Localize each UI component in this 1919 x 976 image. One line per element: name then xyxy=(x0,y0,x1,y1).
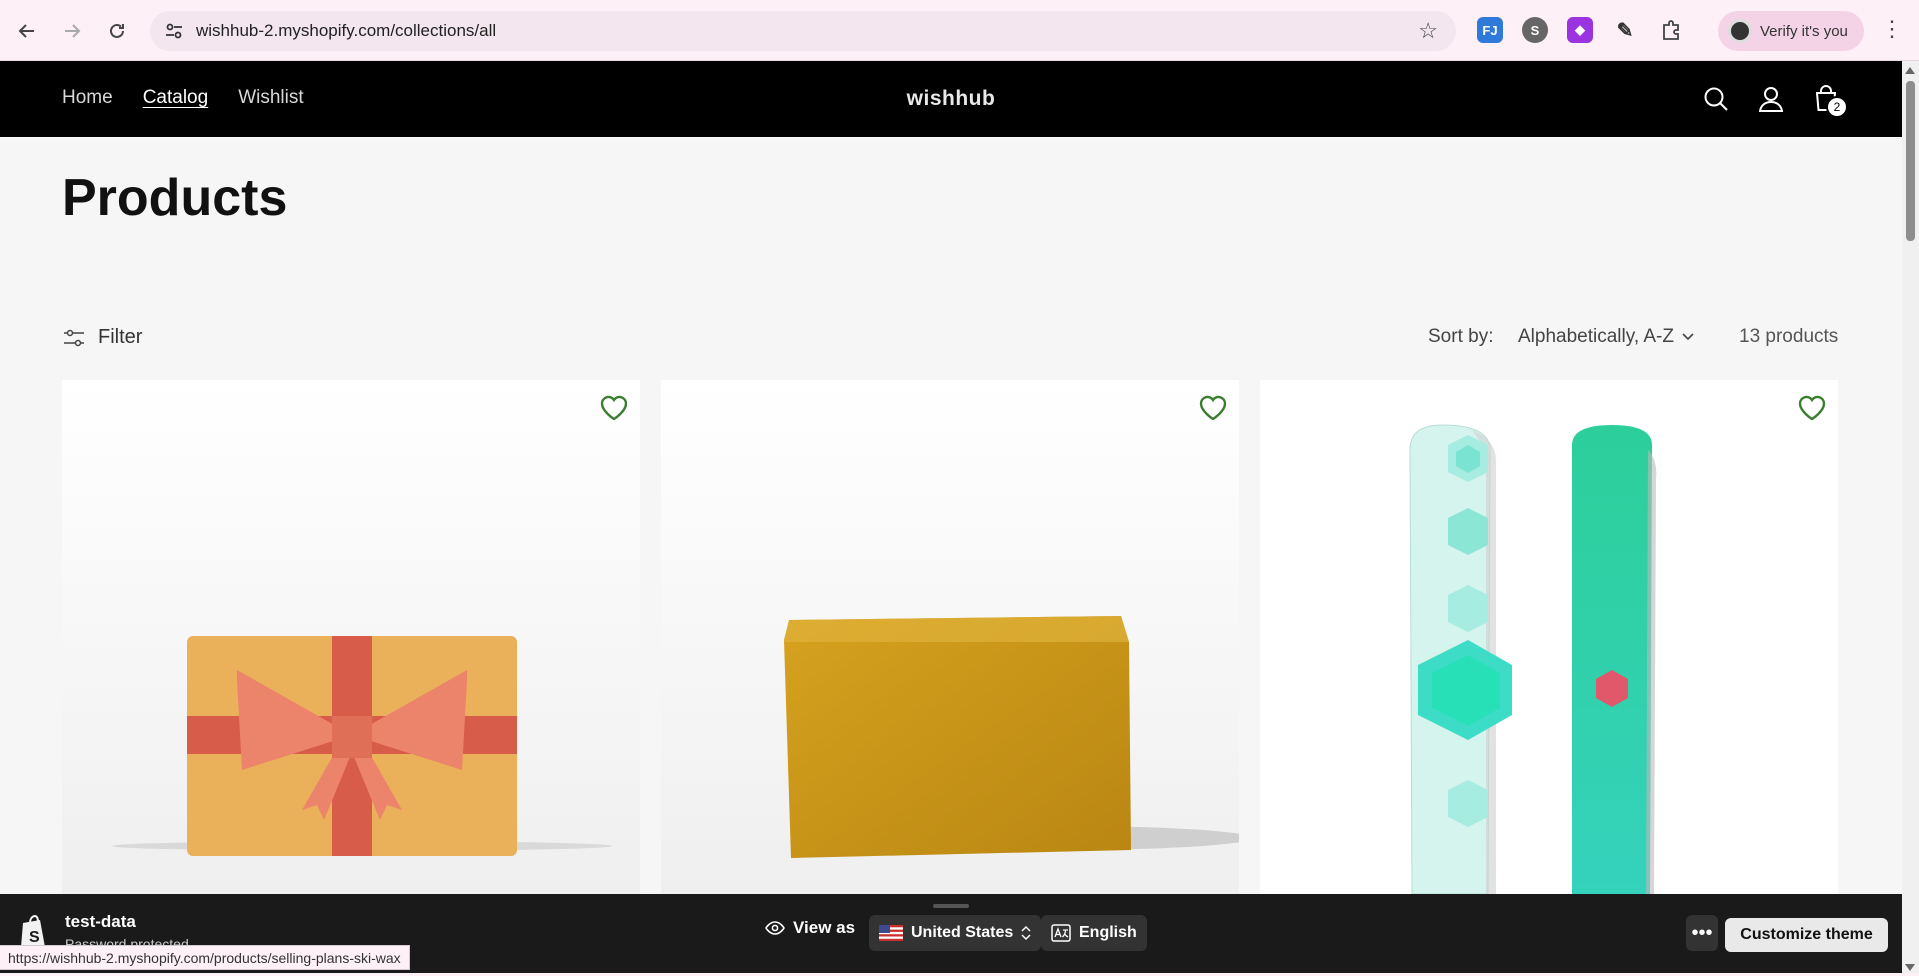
back-arrow-icon xyxy=(18,24,34,38)
ski-wax-bar-image xyxy=(661,380,1239,894)
filter-sliders-icon xyxy=(64,329,84,346)
ellipsis-icon: ••• xyxy=(1691,921,1713,944)
circle-icon[interactable]: S xyxy=(1522,17,1548,43)
sort-select[interactable]: Alphabetically, A-Z xyxy=(1518,326,1694,348)
puzzle-icon[interactable] xyxy=(1658,17,1684,43)
sort-value: Alphabetically, A-Z xyxy=(1518,326,1674,347)
forward-button[interactable] xyxy=(54,13,90,49)
view-as-label: View as xyxy=(793,918,856,937)
product-card-snowboard[interactable] xyxy=(1260,380,1838,894)
search-icon[interactable] xyxy=(1700,83,1732,115)
scroll-down-arrow-icon[interactable] xyxy=(1905,964,1915,971)
language-selector[interactable]: English xyxy=(1041,915,1147,951)
eye-icon xyxy=(765,921,785,935)
wishlist-heart-icon[interactable] xyxy=(598,392,630,424)
snowboard-pair-image xyxy=(1260,380,1838,894)
sort-label: Sort by: xyxy=(1428,326,1494,347)
url-text[interactable]: wishhub-2.myshopify.com/collections/all xyxy=(196,21,496,41)
more-options-button[interactable]: ••• xyxy=(1686,915,1718,951)
status-bar-url: https://wishhub-2.myshopify.com/products… xyxy=(0,945,410,970)
purple-ext-icon[interactable]: ◆ xyxy=(1567,17,1593,43)
wishlist-heart-icon[interactable] xyxy=(1197,392,1229,424)
store-header: Home Catalog Wishlist wishhub xyxy=(0,61,1902,137)
scrollbar-thumb[interactable] xyxy=(1906,81,1915,241)
account-icon[interactable] xyxy=(1755,83,1787,115)
bookmark-star-icon[interactable]: ☆ xyxy=(1418,18,1438,44)
wishlist-heart-icon[interactable] xyxy=(1796,392,1828,424)
browser-toolbar: wishhub-2.myshopify.com/collections/all … xyxy=(0,0,1919,61)
filter-label: Filter xyxy=(98,326,143,348)
reload-button[interactable] xyxy=(99,13,135,49)
page-title: Products xyxy=(62,169,288,227)
browser-menu-icon[interactable]: ⋮ xyxy=(1881,18,1903,40)
translate-icon[interactable]: FJ xyxy=(1477,17,1503,43)
chevron-down-icon xyxy=(1682,333,1694,341)
language-label: English xyxy=(1079,924,1137,941)
chevron-updown-icon xyxy=(1021,925,1031,941)
reload-icon xyxy=(110,23,124,38)
customize-theme-button[interactable]: Customize theme xyxy=(1725,918,1888,952)
translate-language-icon xyxy=(1051,924,1071,942)
view-as-button[interactable]: View as xyxy=(765,918,855,938)
country-selector[interactable]: United States xyxy=(869,915,1042,951)
forward-arrow-icon xyxy=(65,24,81,38)
nav-catalog[interactable]: Catalog xyxy=(143,87,209,109)
verify-label: Verify it's you xyxy=(1760,22,1848,40)
eyedropper-icon[interactable]: ✎ xyxy=(1612,17,1638,43)
cart-count-badge: 2 xyxy=(1826,96,1848,118)
product-count: 13 products xyxy=(1739,326,1839,347)
address-bar[interactable]: wishhub-2.myshopify.com/collections/all … xyxy=(150,11,1456,51)
svg-text:S: S xyxy=(29,929,40,946)
gift-card-box-image xyxy=(62,380,640,894)
preview-store-name: test-data xyxy=(65,912,136,931)
nav-home[interactable]: Home xyxy=(62,87,113,109)
main-nav: Home Catalog Wishlist xyxy=(62,87,304,109)
verify-profile-button[interactable]: Verify it's you xyxy=(1718,11,1864,51)
back-button[interactable] xyxy=(9,13,45,49)
country-label: United States xyxy=(911,924,1014,941)
filter-button[interactable]: Filter xyxy=(62,326,142,349)
drag-handle[interactable] xyxy=(933,904,969,908)
us-flag-icon xyxy=(879,925,903,941)
page-scrollbar[interactable] xyxy=(1902,61,1919,973)
site-settings-icon[interactable] xyxy=(164,21,184,41)
product-card-ski-wax[interactable] xyxy=(661,380,1239,894)
avatar xyxy=(1728,19,1752,43)
scroll-up-arrow-icon[interactable] xyxy=(1905,67,1915,74)
nav-wishlist[interactable]: Wishlist xyxy=(238,87,303,109)
product-card-gift-card[interactable] xyxy=(62,380,640,894)
